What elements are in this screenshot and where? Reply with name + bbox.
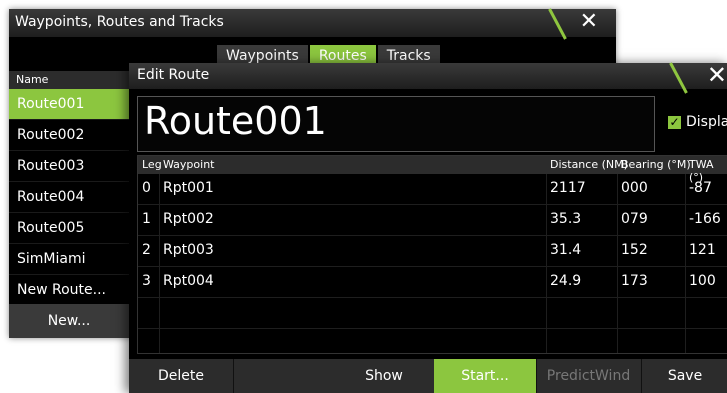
col-leg: Leg [142, 158, 162, 171]
cell-waypoint: Rpt001 [163, 180, 214, 196]
cell-waypoint: Rpt004 [163, 273, 214, 289]
column-divider [546, 174, 547, 353]
list-item-route005[interactable]: Route005 [9, 213, 134, 244]
list-header-name: Name [9, 71, 134, 89]
cell-twa: -87 [689, 180, 712, 196]
routes-list: Name Route001 Route002 Route003 Route004… [9, 71, 134, 306]
new-button[interactable]: New... [9, 304, 129, 338]
route-legs-table: Leg Waypoint Distance (NM) Bearing (°M) … [137, 155, 727, 354]
cell-bearing: 173 [621, 273, 648, 289]
cell-distance: 2117 [550, 180, 586, 196]
close-icon: ✕ [706, 61, 727, 89]
show-button[interactable]: Show [334, 359, 434, 393]
col-distance: Distance (NM) [550, 158, 628, 171]
cell-leg: 2 [142, 242, 151, 258]
list-item-route001[interactable]: Route001 [9, 89, 134, 120]
front-titlebar: Edit Route ✕ [129, 61, 727, 94]
back-window-title: Waypoints, Routes and Tracks [15, 14, 224, 30]
cell-waypoint: Rpt003 [163, 242, 214, 258]
column-divider [685, 174, 686, 353]
cell-bearing: 079 [621, 211, 648, 227]
start-button[interactable]: Start... [434, 359, 536, 393]
cell-distance: 24.9 [550, 273, 582, 289]
cell-leg: 3 [142, 273, 151, 289]
cell-distance: 35.3 [550, 211, 582, 227]
table-row[interactable]: 2 Rpt003 31.4 152 121 [138, 236, 727, 267]
col-bearing: Bearing (°M) [621, 158, 691, 171]
table-row[interactable]: 0 Rpt001 2117 000 -87 [138, 174, 727, 205]
table-row-empty [138, 298, 727, 329]
footer-divider [233, 359, 234, 393]
col-waypoint: Waypoint [163, 158, 215, 171]
front-close-button[interactable]: ✕ [669, 61, 727, 94]
close-accent-slash [548, 8, 567, 40]
save-button[interactable]: Save [641, 359, 727, 393]
table-row[interactable]: 1 Rpt002 35.3 079 -166 [138, 205, 727, 236]
predictwind-button[interactable]: PredictWind [536, 359, 641, 393]
check-icon: ✓ [668, 114, 681, 129]
edit-route-title: Edit Route [137, 67, 210, 83]
list-item-route002[interactable]: Route002 [9, 120, 134, 151]
close-accent-slash [669, 62, 688, 94]
display-label: Display [686, 114, 727, 130]
list-item-simmiami[interactable]: SimMiami [9, 244, 134, 275]
delete-button[interactable]: Delete [129, 359, 233, 393]
list-item-new-route[interactable]: New Route... [9, 275, 134, 306]
cell-waypoint: Rpt002 [163, 211, 214, 227]
back-titlebar: Waypoints, Routes and Tracks ✕ [9, 8, 616, 40]
cell-bearing: 152 [621, 242, 648, 258]
display-checkbox[interactable]: ✓ Display [668, 114, 727, 130]
cell-bearing: 000 [621, 180, 648, 196]
table-header: Leg Waypoint Distance (NM) Bearing (°M) … [138, 156, 727, 184]
cell-twa: 121 [689, 242, 716, 258]
column-divider [159, 174, 160, 353]
route-name-value: Route001 [144, 99, 327, 143]
back-footer: New... [9, 304, 129, 338]
route-name-field[interactable]: Route001 [137, 96, 655, 152]
edit-route-dialog: Edit Route ✕ Route001 ✓ Display Leg Wayp… [129, 61, 727, 393]
close-icon: ✕ [579, 9, 598, 34]
back-close-button[interactable]: ✕ [548, 8, 616, 40]
edit-route-footer: Delete Show Start... PredictWind Save [129, 359, 727, 393]
cell-leg: 0 [142, 180, 151, 196]
list-item-route004[interactable]: Route004 [9, 182, 134, 213]
cell-twa: -166 [689, 211, 721, 227]
column-divider [617, 174, 618, 353]
cell-leg: 1 [142, 211, 151, 227]
cell-twa: 100 [689, 273, 716, 289]
cell-distance: 31.4 [550, 242, 582, 258]
table-row[interactable]: 3 Rpt004 24.9 173 100 [138, 267, 727, 298]
list-item-route003[interactable]: Route003 [9, 151, 134, 182]
